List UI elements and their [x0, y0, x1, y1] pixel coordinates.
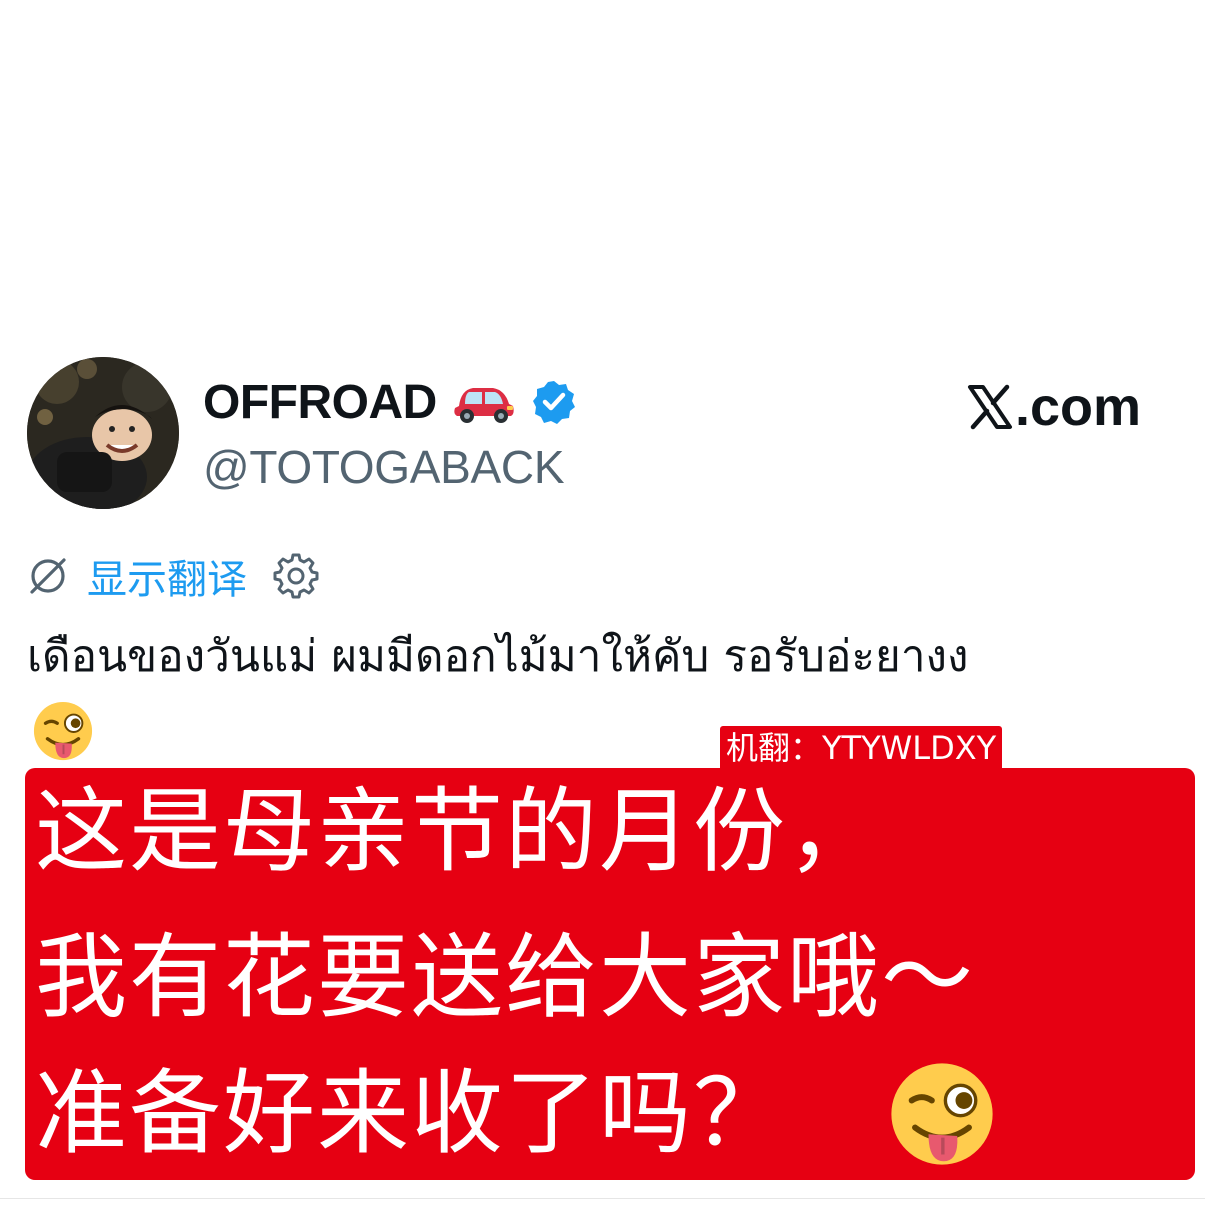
verified-badge-icon[interactable] [531, 379, 577, 425]
x-logo-icon [967, 384, 1013, 430]
translate-row: 显示翻译 [27, 548, 319, 604]
display-name[interactable]: OFFROAD [203, 375, 437, 430]
divider [0, 1198, 1205, 1199]
red-car-emoji [451, 380, 517, 424]
tweet-text: เดือนของวันแม่ ผมมีดอกไม้มาให้คับ รอรับอ… [27, 631, 969, 682]
translation-line-3: 准备好来收了吗？ [35, 1060, 788, 1167]
winking-tongue-emoji [32, 700, 94, 762]
globe-icon [30, 558, 66, 594]
display-name-row[interactable]: OFFROAD [203, 372, 577, 432]
machine-translation-tag: 机翻：YTYWLDXY [720, 726, 1003, 770]
translation-line-2: 我有花要送给大家哦～ [35, 924, 976, 1031]
show-translation-link[interactable]: 显示翻译 [87, 547, 247, 605]
gear-icon[interactable] [273, 553, 319, 599]
source-domain-suffix: .com [1015, 377, 1142, 437]
translation-line-1: 这是母亲节的月份， [35, 778, 882, 885]
avatar-photo [27, 357, 179, 509]
translation-winking-tongue-emoji [888, 1060, 996, 1168]
user-handle[interactable]: @TOTOGABACK [203, 440, 565, 494]
avatar[interactable] [27, 357, 179, 509]
source-watermark: .com [967, 377, 1141, 437]
tweet-screenshot: OFFROAD @TOTOGABACK .com 显示翻译 เดือนของวั… [0, 0, 1205, 1205]
